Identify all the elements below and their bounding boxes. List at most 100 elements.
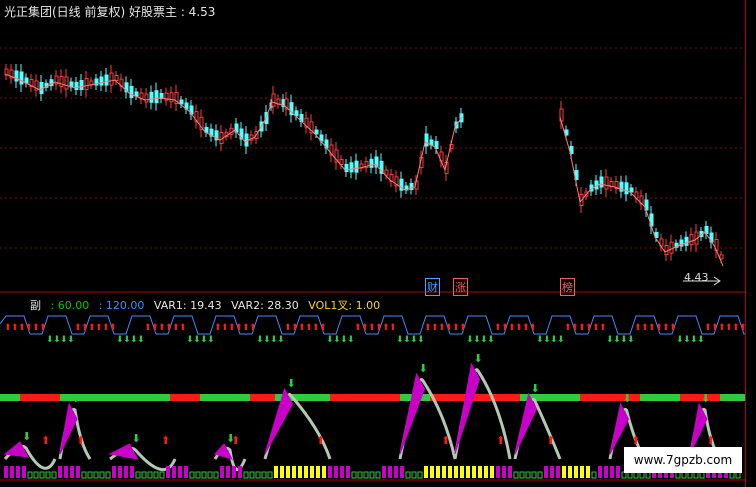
volume-bar-empty [153, 471, 159, 479]
volume-bar [178, 466, 182, 478]
volume-bar-empty [195, 471, 201, 479]
volume-bar [550, 466, 554, 478]
legend-item-var1: VAR1: 19.43 [153, 299, 222, 312]
band-arrow: ⬇ [67, 335, 75, 345]
segment-b-candle [629, 187, 634, 193]
volume-bar-empty [417, 471, 423, 479]
segment-a-candle [109, 72, 114, 86]
legend-item-line120: : 120.00 [98, 299, 145, 312]
segment-a-candle [84, 78, 89, 90]
price-chart-pane[interactable]: 光正集团(日线 前复权) 好股票主 : 4.53 财 涨 榜 4.43 [0, 0, 745, 296]
volume-bar-empty [105, 471, 111, 479]
volume-bar [304, 466, 308, 478]
sell-arrow: ⬆ [441, 434, 450, 447]
last-price-label: 4.43 [684, 271, 709, 284]
volume-bar [172, 466, 176, 478]
sell-arrow: ⬆ [706, 434, 715, 447]
volume-bar-empty [141, 471, 147, 479]
segment-b-candle [604, 176, 609, 190]
volume-bar [238, 466, 242, 478]
volume-bar [436, 466, 440, 478]
volume-bar-empty [99, 471, 105, 479]
segment-a-candle [349, 162, 354, 173]
volume-bar [70, 466, 74, 478]
segment-a-candle [104, 74, 109, 86]
volume-bar-empty [255, 471, 261, 479]
band-arrow: ⬇ [277, 335, 285, 345]
volume-bar-empty [513, 471, 519, 479]
volume-bar [604, 466, 608, 478]
indicator-name: 副 [30, 299, 41, 312]
volume-bar-empty [189, 471, 195, 479]
volume-bar [220, 466, 224, 478]
segment-a-candle [179, 99, 184, 105]
volume-bar-empty [405, 471, 411, 479]
volume-bar [64, 466, 68, 478]
signal-band-red [250, 394, 275, 401]
band-arrow: ⬇ [627, 335, 635, 345]
volume-bar-empty [519, 471, 525, 479]
segment-a-candle [314, 129, 319, 135]
oscillator-purple [514, 392, 538, 455]
volume-bar [322, 466, 326, 478]
band-arrow: ⬇ [137, 335, 145, 345]
segment-a-candle [149, 91, 154, 103]
signal-band-red [330, 394, 400, 401]
segment-a-candle [271, 93, 276, 107]
volume-bar [598, 466, 602, 478]
title-text: 光正集团(日线 前复权) 好股票主 [4, 5, 177, 19]
segment-a-candle [244, 133, 249, 147]
volume-bar-empty [39, 471, 45, 479]
volume-bar [232, 466, 236, 478]
volume-bar [280, 466, 284, 478]
volume-bar [448, 466, 452, 478]
volume-bar [16, 466, 20, 478]
volume-bar [226, 466, 230, 478]
volume-bar [316, 466, 320, 478]
segment-a-candle [19, 71, 24, 85]
indicator-legend: 副 : 60.00 : 120.00 VAR1: 19.43 VAR2: 28.… [4, 297, 386, 313]
band-arrow: ⬆ [599, 323, 607, 333]
segment-a-candle [74, 82, 79, 90]
volume-bar [310, 466, 314, 478]
segment-a-candle [354, 160, 359, 173]
volume-bar [58, 466, 62, 478]
volume-bar [130, 466, 134, 478]
volume-bar [610, 466, 614, 478]
volume-bar-empty [261, 471, 267, 479]
buy-arrow: ⬇ [132, 432, 141, 445]
sell-arrow: ⬆ [231, 434, 240, 447]
volume-bar-empty [213, 471, 219, 479]
band-arrow: ⬆ [319, 323, 327, 333]
volume-bar [574, 466, 578, 478]
volume-bar [346, 466, 350, 478]
buy-arrow: ⬇ [701, 392, 710, 405]
volume-bar [568, 466, 572, 478]
volume-bar-empty [357, 471, 363, 479]
volume-bar [10, 466, 14, 478]
volume-bar [400, 466, 404, 478]
volume-bar [496, 466, 500, 478]
volume-bar-empty [87, 471, 93, 479]
segment-b-candle [669, 241, 674, 254]
volume-bar [466, 466, 470, 478]
volume-bar-empty [411, 471, 417, 479]
volume-bar [490, 466, 494, 478]
volume-bar-empty [363, 471, 369, 479]
sell-arrow: ⬆ [631, 434, 640, 447]
buy-arrow: ⬇ [22, 430, 31, 443]
segment-a-candle [79, 80, 84, 90]
volume-bar-empty [147, 471, 153, 479]
volume-bar [382, 466, 386, 478]
legend-item-line60: : 60.00 [50, 299, 90, 312]
volume-bar [424, 466, 428, 478]
volume-bar [562, 466, 566, 478]
volume-bar-empty [375, 471, 381, 479]
volume-bar [586, 466, 590, 478]
band-arrow: ⬇ [697, 335, 705, 345]
band-arrow: ⬇ [417, 335, 425, 345]
price-chart [0, 47, 745, 293]
volume-bar [484, 466, 488, 478]
volume-bar [4, 466, 8, 478]
band-arrow: ⬆ [669, 323, 677, 333]
